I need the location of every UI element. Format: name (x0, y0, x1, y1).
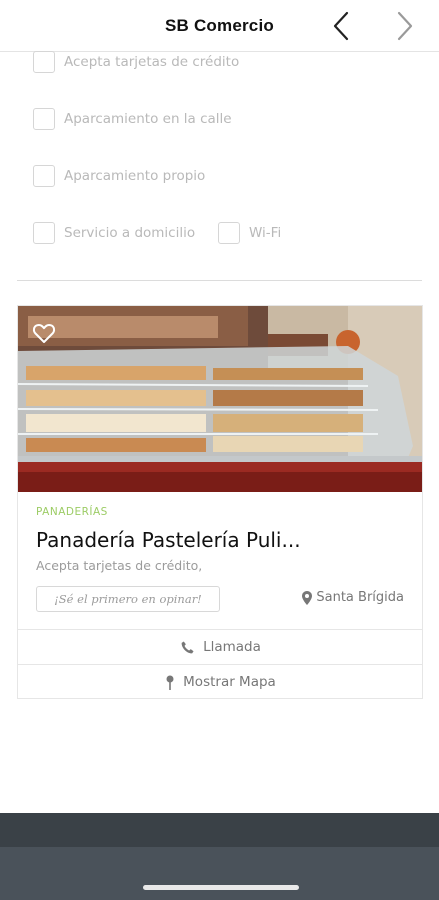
chevron-right-icon (397, 11, 413, 41)
filter-home-delivery[interactable]: Servicio a domicilio (33, 222, 195, 244)
map-pin-icon (166, 675, 174, 690)
forward-button[interactable] (390, 10, 420, 42)
business-location: Santa Brígida (302, 590, 404, 605)
map-label: Mostrar Mapa (183, 674, 276, 690)
filter-own-parking[interactable]: Aparcamiento propio (33, 165, 205, 187)
system-navigation-bar (0, 847, 439, 900)
app-header: SB Comercio (0, 0, 439, 52)
filter-label: Acepta tarjetas de crédito (64, 54, 240, 70)
filter-label: Servicio a domicilio (64, 225, 196, 241)
call-button[interactable]: Llamada (18, 629, 422, 664)
heart-outline-icon[interactable] (32, 322, 56, 344)
filter-label: Aparcamiento propio (64, 168, 206, 184)
checkbox[interactable] (33, 51, 55, 73)
app-title: SB Comercio (165, 16, 274, 35)
filter-street-parking[interactable]: Aparcamiento en la calle (33, 108, 232, 130)
home-indicator[interactable] (143, 885, 299, 890)
business-card[interactable]: PANADERÍAS Panadería Pastelería Puli... … (17, 305, 423, 699)
checkbox[interactable] (33, 165, 55, 187)
business-name[interactable]: Panadería Pastelería Puli... (36, 528, 301, 552)
filter-label: Wi-Fi (249, 225, 282, 241)
filter-wifi[interactable]: Wi-Fi (218, 222, 281, 244)
map-pin-icon (302, 590, 313, 605)
write-review-button[interactable]: ¡Sé el primero en opinar! (36, 586, 220, 612)
filter-label: Aparcamiento en la calle (64, 111, 232, 127)
phone-icon (181, 640, 194, 653)
back-button[interactable] (326, 10, 356, 42)
divider (17, 280, 422, 281)
chevron-left-icon (333, 11, 349, 41)
bakery-display-image (18, 306, 422, 492)
business-category: PANADERÍAS (36, 506, 108, 518)
location-text: Santa Brígida (316, 590, 404, 605)
checkbox[interactable] (33, 222, 55, 244)
show-map-button[interactable]: Mostrar Mapa (18, 664, 422, 698)
business-features: Acepta tarjetas de crédito, (36, 558, 203, 573)
checkbox[interactable] (218, 222, 240, 244)
filter-credit-cards[interactable]: Acepta tarjetas de crédito (33, 51, 239, 73)
business-photo[interactable] (18, 306, 422, 492)
bottom-bar (0, 813, 439, 847)
checkbox[interactable] (33, 108, 55, 130)
call-label: Llamada (203, 639, 261, 655)
